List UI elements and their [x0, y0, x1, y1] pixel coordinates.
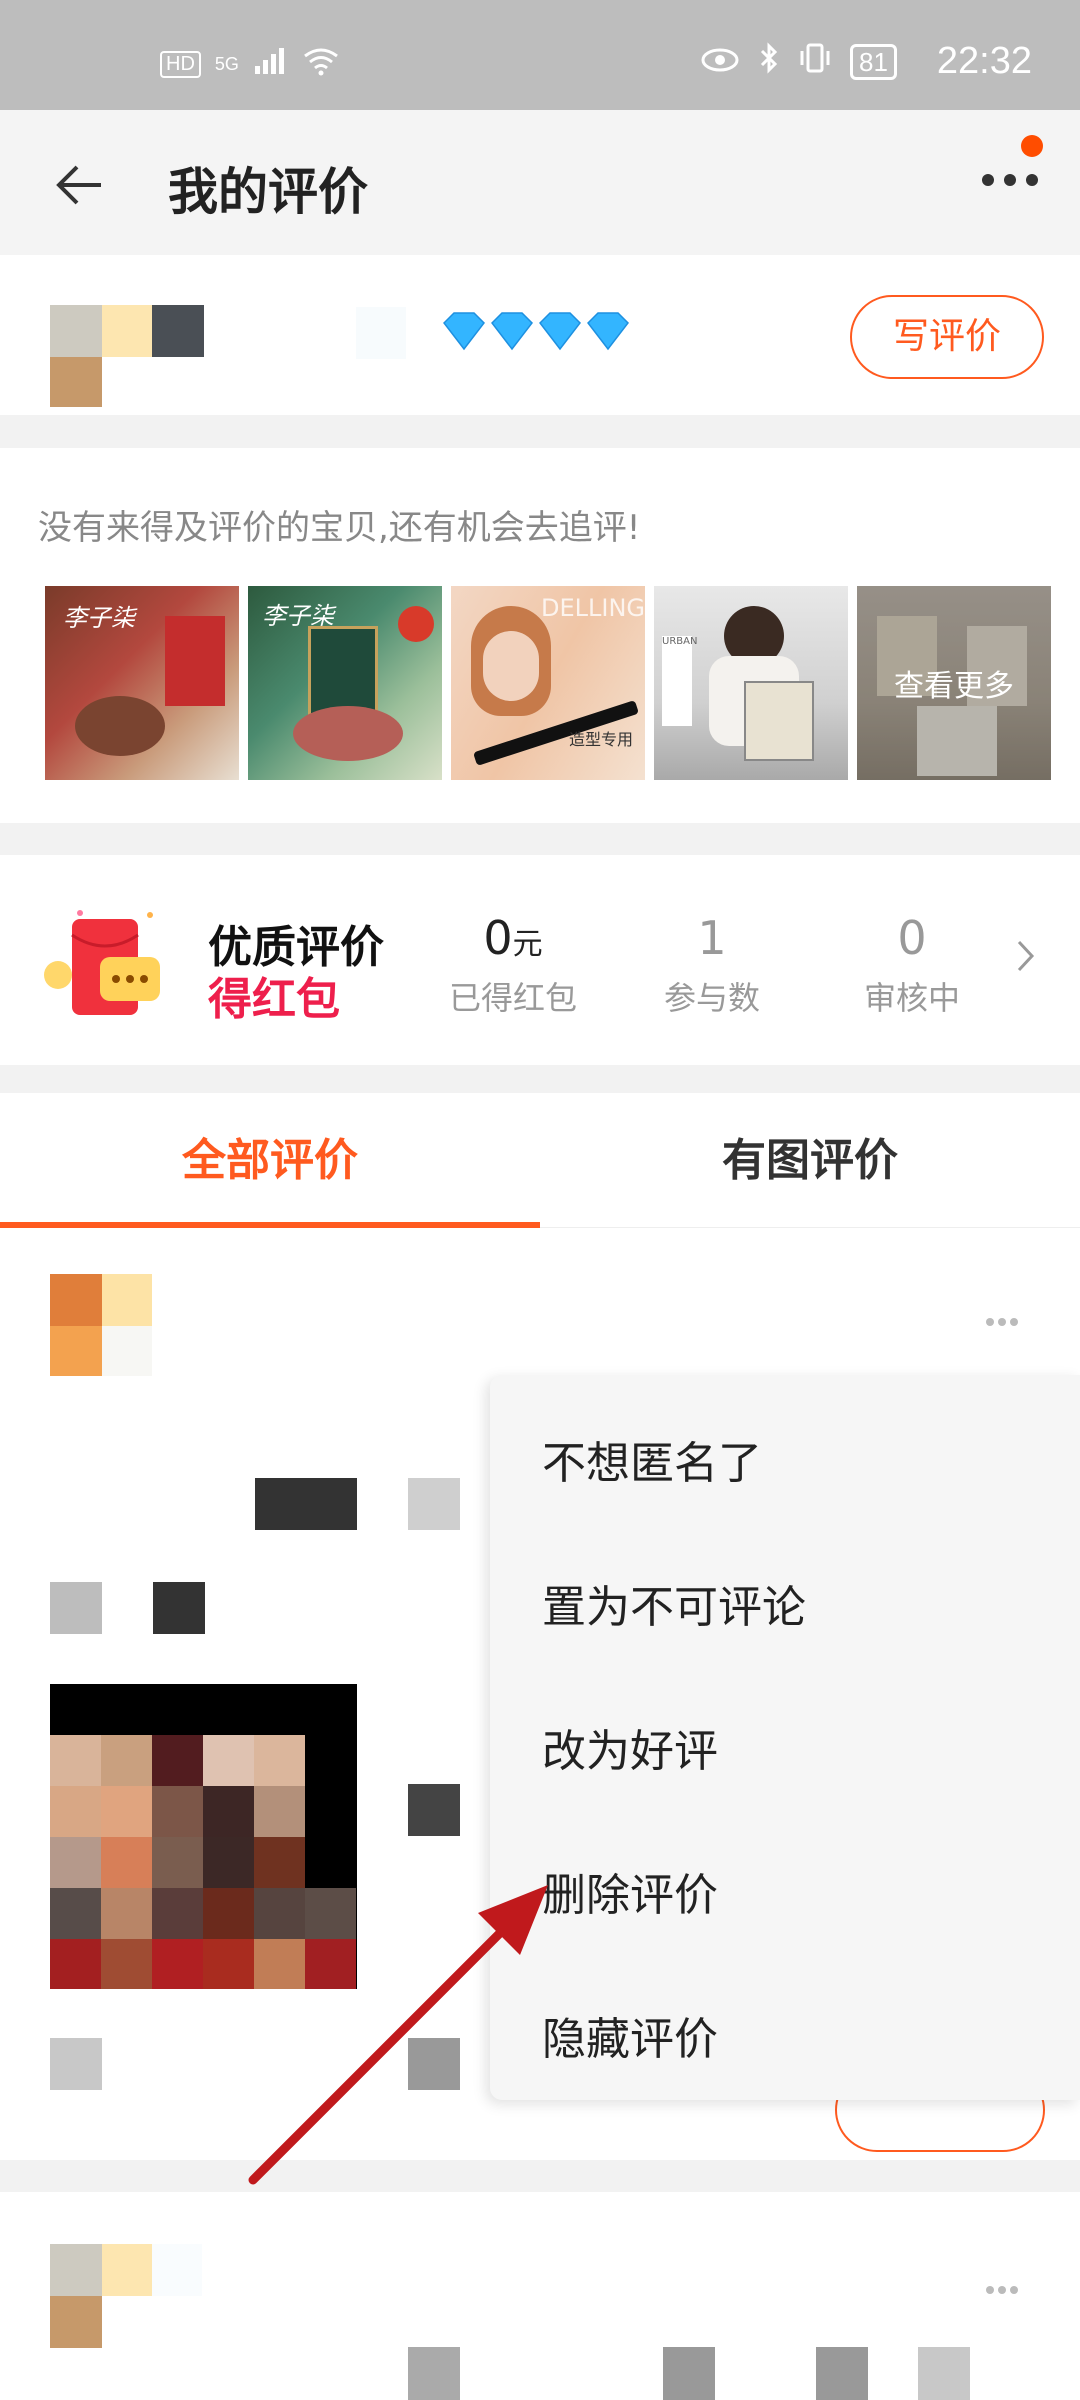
- stat-value: 0: [483, 911, 513, 965]
- status-left-icons: HD 5G: [160, 46, 341, 83]
- tab-photo-reviews[interactable]: 有图评价: [540, 1093, 1080, 1228]
- review-more-icon[interactable]: [985, 2268, 1019, 2303]
- review-tabs: 全部评价 有图评价: [0, 1093, 1080, 1228]
- quality-review-reward-section[interactable]: 优质评价 得红包 0元 已得红包 1 参与数 0 审核中: [0, 855, 1080, 1065]
- more-dots-icon[interactable]: [980, 170, 1040, 194]
- review-context-menu: 不想匿名了 置为不可评论 改为好评 删除评价 隐藏评价: [490, 1375, 1080, 2100]
- redacted-block: [153, 1582, 205, 1634]
- network-5g-icon: 5G: [214, 54, 239, 74]
- write-review-button[interactable]: 写评价: [850, 295, 1044, 379]
- redacted-block: [408, 1784, 460, 1836]
- vibrate-icon: [798, 42, 832, 82]
- chevron-right-icon[interactable]: [1016, 937, 1036, 983]
- redacted-block: [50, 2038, 102, 2090]
- stat-unit: 元: [512, 927, 543, 962]
- stat-label: 参与数: [663, 979, 760, 1017]
- pending-product-thumb[interactable]: 李子柒: [45, 586, 239, 780]
- signal-icon: [253, 46, 287, 83]
- clock: 22:32: [936, 40, 1032, 82]
- menu-item-delete-review[interactable]: 删除评价: [542, 1859, 718, 1923]
- redacted-block: [918, 2347, 970, 2400]
- pending-product-thumb[interactable]: 李子柒: [248, 586, 442, 780]
- username-blur: [356, 307, 406, 359]
- stat-label: 已得红包: [448, 979, 577, 1017]
- stat-reviewing: 0 审核中: [822, 911, 1002, 1019]
- status-bar: HD 5G 81 22:32: [0, 0, 1080, 110]
- redacted-block: [663, 2347, 715, 2400]
- pending-hint: 没有来得及评价的宝贝,还有机会去追评!: [38, 508, 641, 548]
- stat-earned: 0元 已得红包: [423, 911, 603, 1019]
- review-card: [0, 2192, 1080, 2400]
- menu-item-unanonymize[interactable]: 不想匿名了: [542, 1427, 762, 1491]
- redacted-block: [50, 1582, 102, 1634]
- redacted-block: [408, 2038, 460, 2090]
- level-badge: [440, 307, 640, 367]
- redacted-block: [408, 1478, 460, 1530]
- stat-value: 1: [697, 911, 727, 965]
- navigation-bar: 我的评价: [0, 110, 1080, 255]
- pending-product-thumb[interactable]: DELLING 造型专用: [451, 586, 645, 780]
- pending-review-section: 没有来得及评价的宝贝,还有机会去追评! 李子柒 李子柒 DELLING 造型专用…: [0, 448, 1080, 823]
- redacted-block: [408, 2347, 460, 2400]
- stat-label: 审核中: [863, 979, 960, 1017]
- menu-item-disable-comments[interactable]: 置为不可评论: [542, 1571, 806, 1635]
- hd-icon: HD: [160, 51, 201, 78]
- stat-participated: 1 参与数: [622, 911, 802, 1019]
- diamond-icon: [443, 312, 629, 351]
- status-right-icons: 81: [700, 42, 897, 82]
- page-title: 我的评价: [168, 163, 368, 221]
- redacted-block: [255, 1478, 357, 1530]
- redacted-block: [816, 2347, 868, 2400]
- review-photo[interactable]: [50, 1684, 357, 1989]
- pending-product-thumb[interactable]: URBAN: [654, 586, 848, 780]
- menu-item-change-to-positive[interactable]: 改为好评: [542, 1715, 718, 1779]
- stat-value: 0: [897, 911, 927, 965]
- eye-icon: [700, 44, 740, 81]
- tab-all-reviews[interactable]: 全部评价: [0, 1093, 540, 1228]
- red-packet-icon: [40, 905, 160, 1015]
- bluetooth-icon: [758, 42, 780, 82]
- review-more-icon[interactable]: [985, 1300, 1019, 1335]
- pending-product-thumb[interactable]: 查看更多: [857, 586, 1051, 780]
- menu-item-hide-review[interactable]: 隐藏评价: [542, 2003, 718, 2067]
- battery-indicator: 81: [850, 44, 897, 80]
- wifi-icon: [301, 46, 341, 83]
- profile-section: 写评价: [0, 255, 1080, 415]
- see-more-label[interactable]: 查看更多: [857, 586, 1051, 780]
- back-arrow-icon[interactable]: [55, 160, 105, 210]
- notification-dot: [1021, 135, 1043, 157]
- reward-subtitle: 得红包: [208, 974, 340, 1025]
